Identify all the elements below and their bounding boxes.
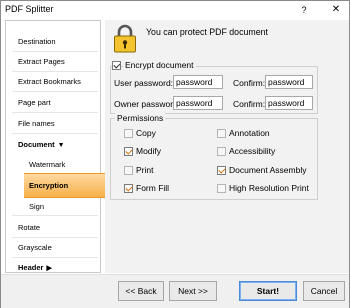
sidebar-item-destination[interactable]: Destination bbox=[18, 37, 56, 46]
back-button[interactable]: << Back bbox=[118, 281, 164, 301]
sidebar-divider bbox=[12, 112, 98, 113]
accessibility-label: Accessibility bbox=[229, 146, 276, 156]
cancel-button[interactable]: Cancel bbox=[303, 281, 345, 301]
owner-confirm-field[interactable]: password bbox=[265, 96, 313, 110]
owner-password-label: Owner passwon bbox=[114, 99, 174, 109]
sidebar-divider bbox=[12, 133, 98, 134]
copy-label: Copy bbox=[136, 128, 156, 138]
encryption-panel: You can protect PDF document Encrypt doc… bbox=[105, 20, 349, 273]
sidebar-divider bbox=[12, 91, 98, 92]
window-title: PDF Splitter bbox=[5, 4, 54, 14]
sidebar-item-watermark[interactable]: Watermark bbox=[29, 160, 65, 169]
document-assembly-label: Document Assembly bbox=[229, 165, 307, 175]
sidebar-item-sign[interactable]: Sign bbox=[29, 202, 44, 211]
help-button[interactable]: ? bbox=[297, 3, 311, 17]
annotation-checkbox[interactable] bbox=[217, 129, 226, 138]
encrypt-document-checkbox[interactable] bbox=[112, 61, 121, 70]
print-checkbox[interactable] bbox=[124, 166, 133, 175]
close-button[interactable]: ✕ bbox=[329, 2, 343, 17]
sidebar-divider bbox=[12, 257, 98, 258]
user-password-field[interactable]: password bbox=[173, 75, 223, 89]
encrypt-document-label: Encrypt document bbox=[123, 60, 196, 70]
sidebar-item-rotate[interactable]: Rotate bbox=[18, 223, 40, 232]
modify-checkbox[interactable] bbox=[124, 147, 133, 156]
document-assembly-checkbox[interactable] bbox=[217, 166, 226, 175]
sidebar-divider bbox=[12, 215, 98, 216]
modify-label: Modify bbox=[136, 146, 162, 156]
annotation-label: Annotation bbox=[229, 128, 270, 138]
user-confirm-field[interactable]: password bbox=[265, 75, 313, 89]
copy-checkbox[interactable] bbox=[124, 129, 133, 138]
sidebar-item-header-label: Header bbox=[18, 263, 44, 272]
high-resolution-print-checkbox[interactable] bbox=[217, 184, 226, 193]
title-bar: PDF Splitter ? ✕ bbox=[1, 1, 349, 19]
owner-confirm-label: Confirm: bbox=[233, 99, 266, 109]
sidebar-item-document-label: Document bbox=[18, 140, 55, 149]
chevron-right-icon: ▶ bbox=[46, 265, 52, 272]
sidebar-item-page-part[interactable]: Page part bbox=[18, 98, 51, 107]
sidebar-item-encryption[interactable]: Encryption bbox=[29, 181, 68, 190]
sidebar-divider bbox=[12, 71, 98, 72]
sidebar-item-extract-pages[interactable]: Extract Pages bbox=[18, 57, 65, 66]
next-button[interactable]: Next >> bbox=[169, 281, 217, 301]
sidebar-divider bbox=[12, 51, 98, 52]
sidebar-item-extract-bookmarks[interactable]: Extract Bookmarks bbox=[18, 77, 81, 86]
sidebar-item-file-names[interactable]: File names bbox=[18, 119, 55, 128]
chevron-down-icon: ▼ bbox=[57, 142, 65, 149]
accessibility-checkbox[interactable] bbox=[217, 147, 226, 156]
sidebar-divider bbox=[12, 237, 98, 238]
permissions-legend: Permissions bbox=[115, 113, 166, 123]
footer-bar: << Back Next >> Start! Cancel bbox=[1, 274, 349, 308]
padlock-icon bbox=[114, 24, 136, 53]
sidebar-item-header[interactable]: Header ▶ bbox=[18, 263, 52, 272]
print-label: Print bbox=[136, 165, 154, 175]
sidebar-nav: Destination Extract Pages Extract Bookma… bbox=[5, 20, 106, 273]
user-confirm-label: Confirm: bbox=[233, 78, 266, 88]
form-fill-label: Form Fill bbox=[136, 183, 170, 193]
sidebar-item-document[interactable]: Document ▼ bbox=[18, 140, 65, 149]
start-button[interactable]: Start! bbox=[239, 281, 297, 301]
sidebar-item-grayscale[interactable]: Grayscale bbox=[18, 243, 52, 252]
app-window: PDF Splitter ? ✕ Destination Extract Pag… bbox=[0, 0, 350, 308]
page-title: You can protect PDF document bbox=[146, 27, 268, 37]
owner-password-field[interactable]: password bbox=[173, 96, 223, 110]
user-password-label: User password: bbox=[114, 78, 174, 88]
high-resolution-print-label: High Resolution Print bbox=[229, 183, 309, 193]
form-fill-checkbox[interactable] bbox=[124, 184, 133, 193]
